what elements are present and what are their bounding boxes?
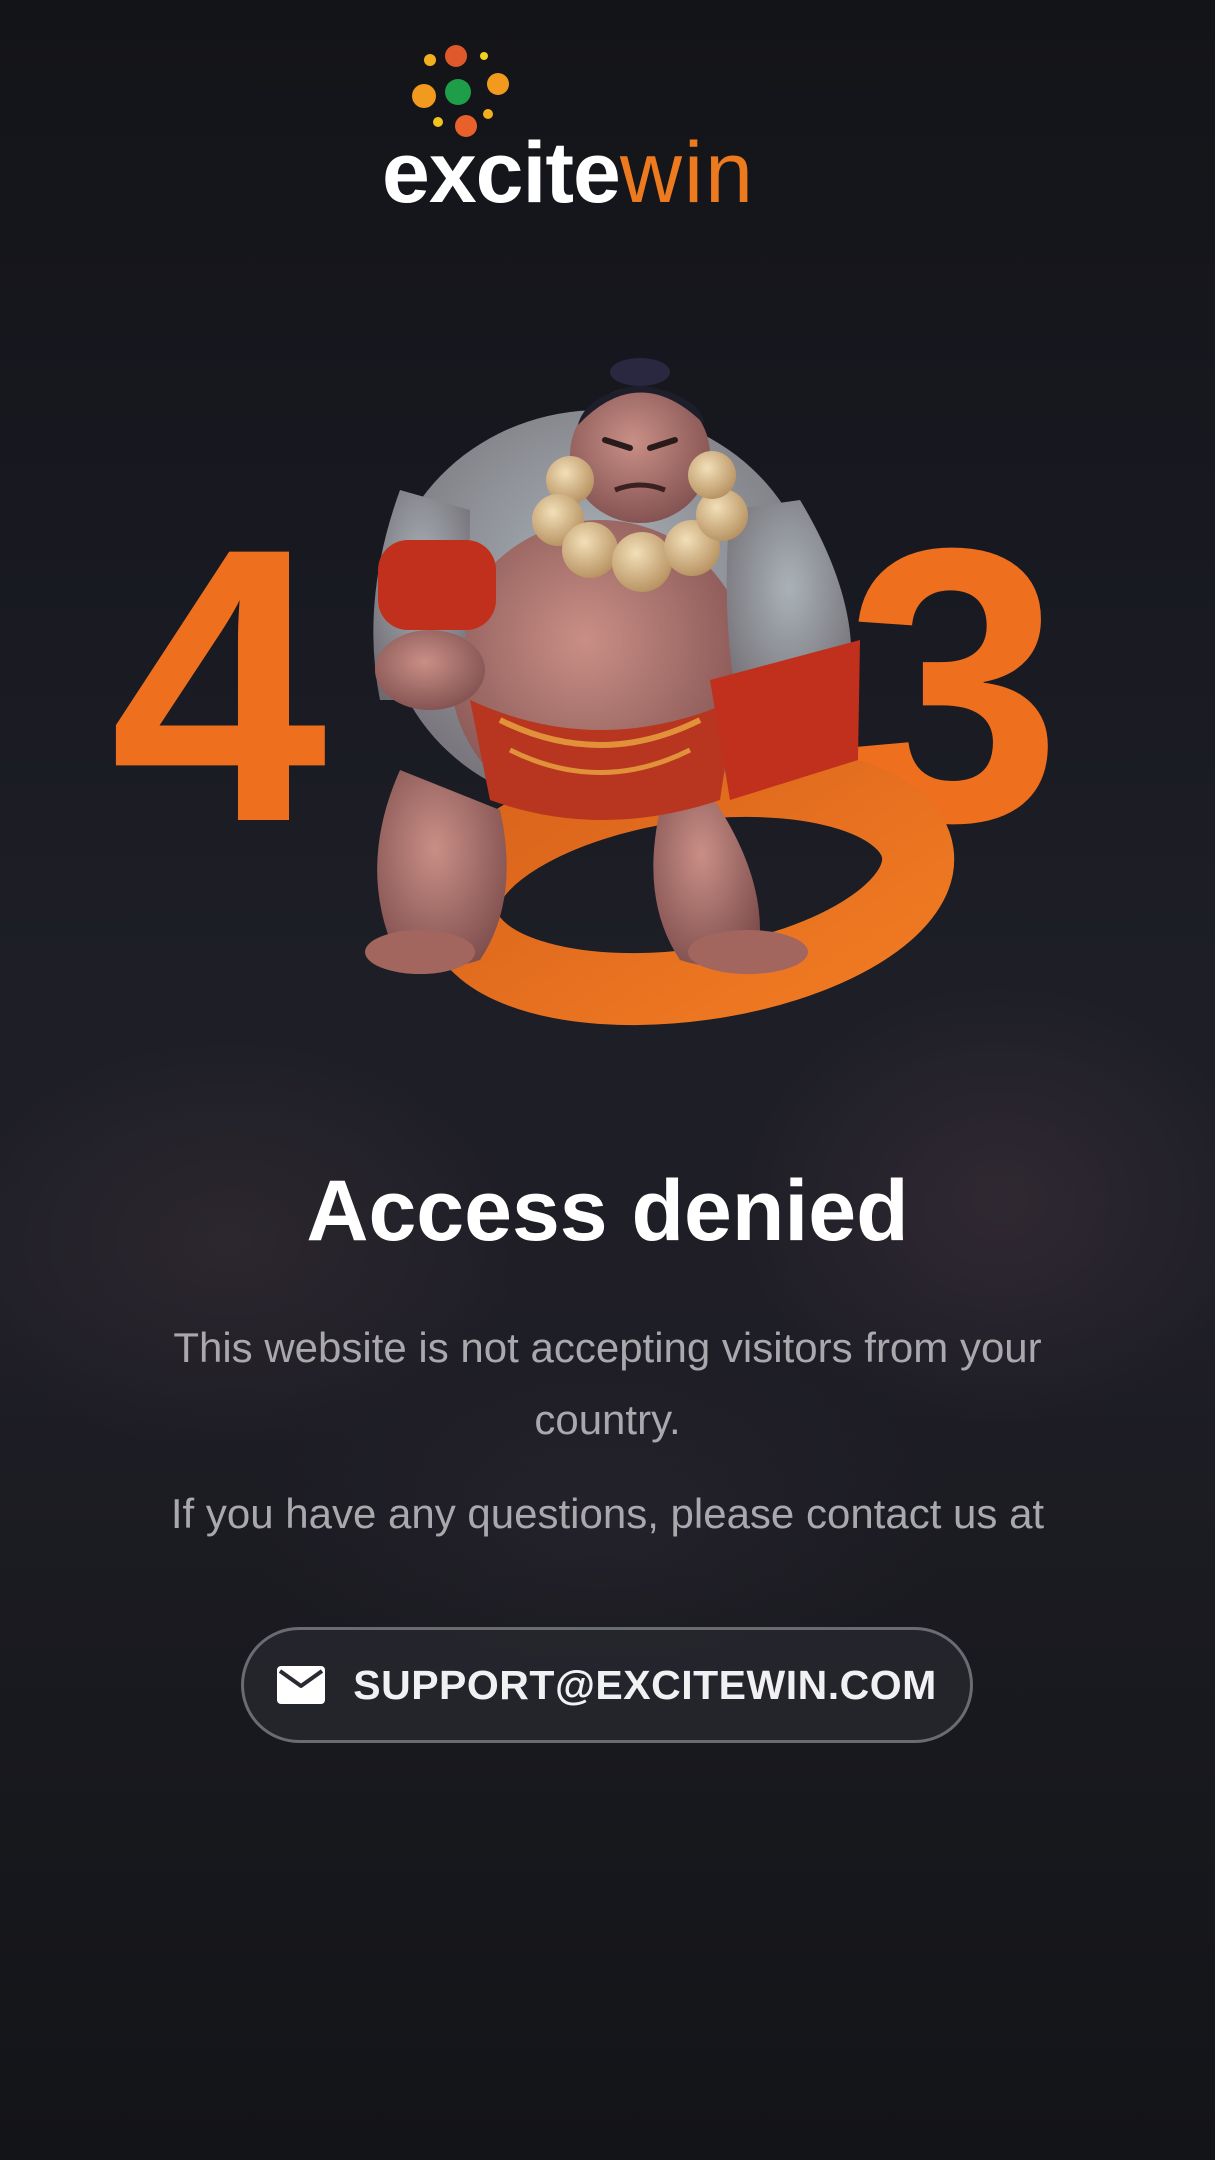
digit-4: 4 [110, 467, 329, 903]
envelope-icon [277, 1666, 326, 1704]
error-403-illustration: 4 3 [0, 340, 1215, 1040]
page-title: Access denied [306, 1163, 909, 1259]
sumo-character-icon [365, 358, 860, 974]
logo-text-excite: excite [382, 125, 621, 221]
support-email-label: SUPPORT@EXCITEWIN.COM [353, 1661, 937, 1708]
contact-text: If you have any questions, please contac… [170, 1490, 1045, 1537]
excitewin-logo[interactable]: excitewin [376, 44, 836, 216]
access-denied-message: This website is not accepting visitors f… [173, 1324, 1042, 1443]
logo-text-win: win [619, 125, 755, 221]
logo-wordmark: excitewin [382, 130, 755, 216]
support-email-button[interactable]: SUPPORT@EXCITEWIN.COM [241, 1627, 973, 1743]
